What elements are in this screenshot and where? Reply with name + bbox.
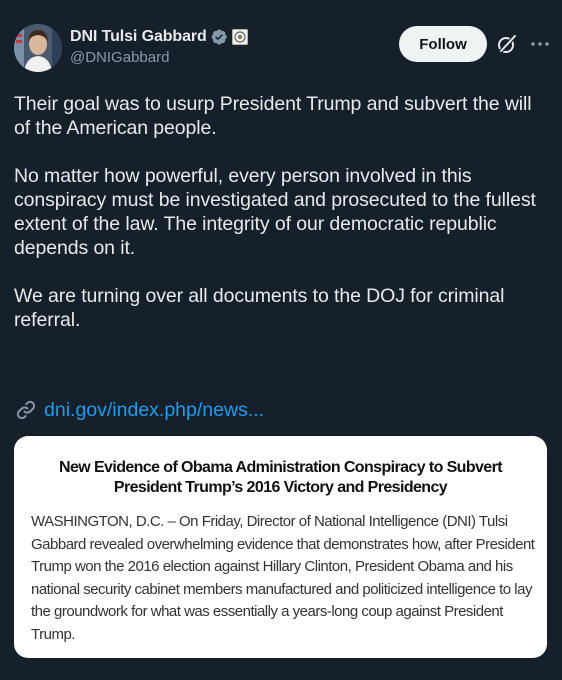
tweet-text: Their goal was to usurp President Trump … (14, 92, 544, 332)
tweet-paragraph: Their goal was to usurp President Trump … (14, 93, 532, 139)
author-info: DNI Tulsi Gabbard @DNIGabbard (70, 28, 248, 66)
grok-icon[interactable] (496, 33, 518, 55)
author-handle[interactable]: @DNIGabbard (70, 49, 248, 66)
verified-badge-icon (210, 28, 228, 46)
link-url[interactable]: dni.gov/index.php/news... (44, 399, 264, 422)
tweet-link[interactable]: dni.gov/index.php/news... (14, 396, 264, 424)
tweet-paragraph: No matter how powerful, every person inv… (14, 165, 536, 259)
government-seal-icon[interactable] (231, 29, 248, 45)
link-icon (14, 398, 38, 422)
tweet-header: DNI Tulsi Gabbard @DNIGabbard Follow (14, 24, 550, 74)
author-display-name[interactable]: DNI Tulsi Gabbard (70, 28, 207, 46)
follow-button[interactable]: Follow (399, 26, 487, 62)
card-title: New Evidence of Obama Administration Con… (59, 459, 503, 496)
more-options-icon[interactable] (529, 34, 551, 54)
avatar[interactable] (14, 24, 62, 72)
card-body: WASHINGTON, D.C. – On Friday, Director o… (31, 513, 535, 643)
tweet-paragraph: We are turning over all documents to the… (14, 285, 505, 331)
attached-image-card[interactable]: New Evidence of Obama Administration Con… (14, 436, 547, 658)
